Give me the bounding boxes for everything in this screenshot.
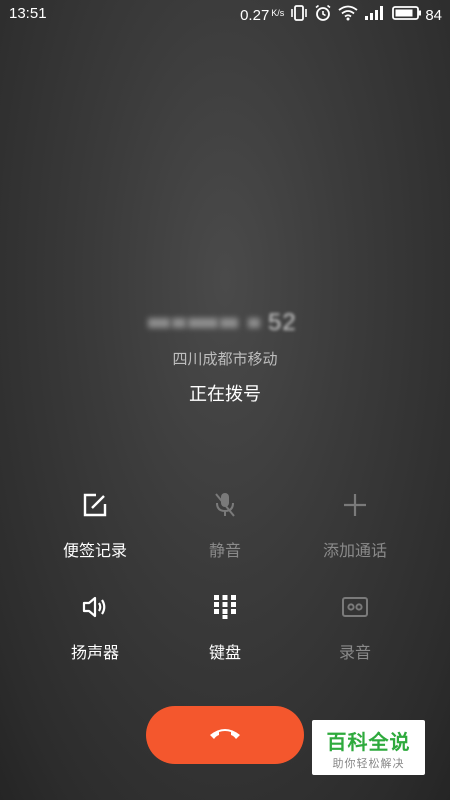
status-time: 13:51 [9, 5, 47, 22]
wifi-icon [338, 5, 358, 25]
call-status: 正在拨号 [189, 384, 261, 405]
record-button[interactable]: 录音 [290, 593, 420, 683]
keypad-icon [213, 594, 237, 624]
watermark-title: 百科全说 [326, 730, 411, 754]
hang-up-icon [208, 725, 242, 745]
number-redaction [248, 318, 260, 328]
speaker-icon [81, 595, 109, 623]
watermark-logo: 百科全说 助你轻松解决 [312, 720, 425, 775]
battery-icon [392, 5, 422, 25]
status-icons: 0.27 K/s 84 [240, 4, 442, 26]
plus-icon [342, 492, 368, 522]
keypad-label: 键盘 [208, 643, 241, 662]
vibrate-icon [290, 5, 308, 25]
network-speed-unit: K/s [271, 7, 285, 18]
mic-off-icon [212, 491, 238, 523]
caller-number: 52 [148, 309, 310, 336]
record-label: 录音 [338, 643, 371, 662]
record-icon [341, 596, 369, 622]
network-speed-value: 0.27 [240, 6, 270, 24]
signal-icon [364, 5, 386, 25]
number-redaction [220, 318, 238, 328]
notes-button[interactable]: 便签记录 [30, 491, 160, 581]
mute-label: 静音 [208, 541, 241, 560]
notes-label: 便签记录 [62, 541, 127, 560]
speaker-button[interactable]: 扬声器 [30, 593, 160, 683]
battery-level: 84 [425, 6, 442, 24]
battery: 84 [392, 5, 442, 25]
mute-button[interactable]: 静音 [160, 491, 290, 581]
speaker-label: 扬声器 [70, 643, 119, 662]
caller-number-tail: 52 [268, 309, 297, 336]
end-call-button[interactable] [146, 706, 304, 764]
keypad-button[interactable]: 键盘 [160, 593, 290, 683]
number-redaction [172, 318, 186, 328]
status-bar: 13:51 0.27 K/s 84 [0, 0, 450, 28]
caller-location: 四川成都市移动 [172, 350, 278, 368]
note-edit-icon [82, 492, 108, 522]
alarm-icon [314, 4, 332, 26]
watermark-subtitle: 助你轻松解决 [332, 757, 405, 770]
add-call-label: 添加通话 [322, 541, 387, 560]
network-speed: 0.27 K/s [240, 7, 284, 24]
number-redaction [148, 318, 170, 328]
add-call-button[interactable]: 添加通话 [290, 491, 420, 581]
number-redaction [188, 318, 218, 328]
